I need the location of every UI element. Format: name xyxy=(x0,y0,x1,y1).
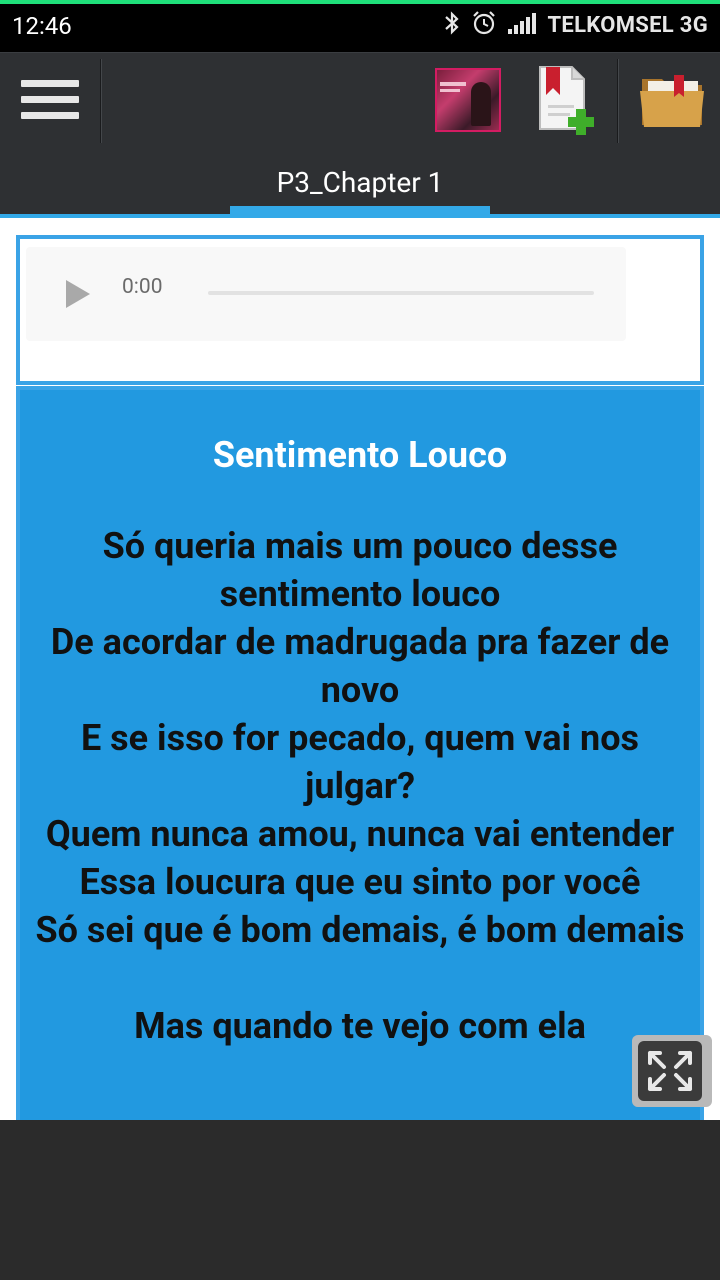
hamburger-menu-icon[interactable] xyxy=(0,53,100,145)
action-toolbar xyxy=(0,52,720,144)
signal-icon xyxy=(507,11,537,39)
menu-bar xyxy=(21,95,79,103)
lyrics-line: Mas quando te vejo com ela xyxy=(134,1005,586,1047)
carrier-label: TELKOMSEL 3G xyxy=(547,12,708,38)
tab-chapter[interactable]: P3_Chapter 1 xyxy=(230,166,490,199)
status-time: 12:46 xyxy=(12,12,72,40)
lyrics-line: Quem nunca amou, nunca vai entender xyxy=(45,813,675,855)
bottom-area xyxy=(0,1120,720,1280)
toolbar-divider xyxy=(100,59,102,143)
audio-player: 0:00 xyxy=(26,247,626,341)
status-accent-line xyxy=(0,0,720,4)
audio-current-time: 0:00 xyxy=(122,275,163,299)
alarm-icon xyxy=(471,10,497,40)
lyrics-card: Sentimento Louco Só queria mais um pouco… xyxy=(16,386,704,1120)
bookmark-folder-icon[interactable] xyxy=(638,67,708,133)
lyrics-body: Só queria mais um pouco desse sentimento… xyxy=(30,522,690,1050)
fullscreen-button[interactable] xyxy=(632,1035,712,1107)
lyrics-line: Só sei que é bom demais, é bom demais xyxy=(35,909,685,951)
content-area: 0:00 Sentimento Louco Só queria mais um … xyxy=(0,218,720,1120)
active-tab-indicator xyxy=(230,206,490,214)
lyrics-line: Essa loucura que eu sinto por você xyxy=(79,861,641,903)
status-bar: 12:46 TELKOMSEL 3G xyxy=(0,0,720,52)
bookmark-add-icon[interactable] xyxy=(536,65,598,135)
lyrics-stanza-gap xyxy=(30,954,690,1002)
play-icon[interactable] xyxy=(66,280,90,308)
status-icons: TELKOMSEL 3G xyxy=(443,10,708,40)
bluetooth-icon xyxy=(443,10,461,40)
menu-bar xyxy=(21,111,79,119)
audio-progress-track[interactable] xyxy=(208,291,594,295)
chapter-tab-bar: P3_Chapter 1 xyxy=(0,144,720,218)
lyrics-line: De acordar de madrugada pra fazer de nov… xyxy=(50,621,670,711)
lyrics-line: E se isso for pecado, quem vai nos julga… xyxy=(80,717,640,807)
menu-bar xyxy=(21,79,79,87)
lyrics-line: Só queria mais um pouco desse sentimento… xyxy=(102,525,618,615)
toolbar-divider xyxy=(617,59,619,143)
lyrics-title: Sentimento Louco xyxy=(212,434,508,476)
album-cover-thumbnail[interactable] xyxy=(435,68,501,132)
audio-card: 0:00 xyxy=(16,235,704,385)
expand-fullscreen-icon xyxy=(638,1041,702,1101)
